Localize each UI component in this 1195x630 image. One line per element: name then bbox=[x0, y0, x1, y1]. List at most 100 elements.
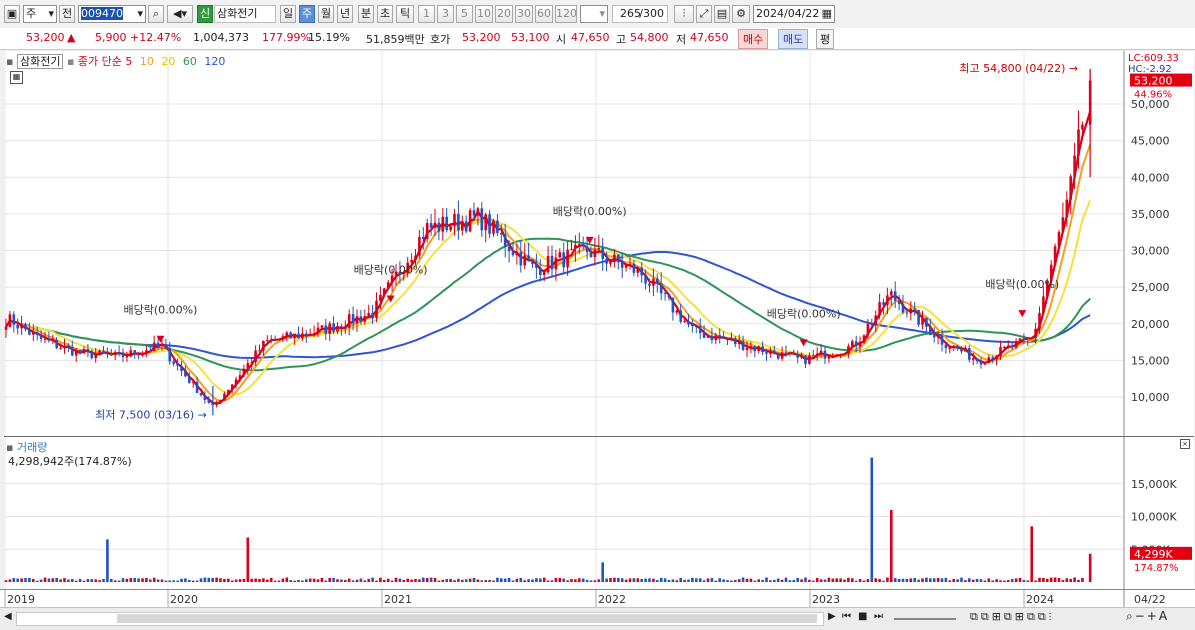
price-tick-label: 15,000 bbox=[1131, 354, 1170, 367]
ma-period-60[interactable]: 60 bbox=[183, 55, 197, 68]
volume-bar bbox=[578, 578, 581, 582]
price-chart[interactable]: 최고 54,800 (04/22) → 최저 7,500 (03/16) → 배당락… bbox=[4, 51, 1194, 436]
period-second[interactable]: 초 bbox=[377, 5, 393, 23]
tool-icons[interactable]: ⧉⧉⊞⧉⊞⧉⧉⫶ bbox=[970, 610, 1054, 624]
candle-body bbox=[921, 317, 924, 325]
candle-body bbox=[12, 314, 16, 325]
ma-period-10[interactable]: 10 bbox=[140, 55, 154, 68]
last-page-icon[interactable]: ⏭ bbox=[874, 611, 883, 622]
zoom-icons[interactable]: ⌕−+A bbox=[1126, 609, 1169, 624]
volume-bar bbox=[737, 579, 741, 582]
candle-body bbox=[4, 326, 8, 330]
speaker-icon[interactable]: ◀▾ bbox=[167, 5, 193, 23]
volume-bar bbox=[55, 577, 58, 582]
ma-label[interactable]: 종가 단순 bbox=[78, 55, 122, 68]
volume-bar bbox=[59, 579, 62, 582]
volume-chart[interactable]: 15,000K10,000K5,000K4,299K174.87% bbox=[4, 437, 1194, 589]
zoom-slider[interactable] bbox=[894, 618, 956, 620]
candle-body bbox=[632, 263, 636, 273]
volume-value: 1,004,373 bbox=[193, 31, 249, 44]
interval-custom-input[interactable]: ▾ bbox=[580, 5, 608, 23]
volume-bar bbox=[1042, 577, 1045, 582]
time-axis-label: 2022 bbox=[598, 593, 626, 606]
scroll-thumb[interactable] bbox=[117, 614, 817, 623]
volume-bar bbox=[172, 580, 175, 582]
volume-bar bbox=[390, 580, 394, 582]
type-select-value: 주 bbox=[26, 7, 37, 20]
candle-body bbox=[308, 335, 312, 337]
candle-body bbox=[726, 338, 729, 341]
interval-1[interactable]: 1 bbox=[418, 5, 435, 23]
interval-10[interactable]: 10 bbox=[475, 5, 493, 23]
candle-body bbox=[328, 323, 331, 334]
close-icon[interactable]: × bbox=[1180, 439, 1190, 449]
interval-5[interactable]: 5 bbox=[456, 5, 473, 23]
volume-bar bbox=[168, 580, 172, 582]
stock-title[interactable]: 삼화전기 bbox=[16, 54, 64, 69]
volume-bar bbox=[878, 579, 881, 582]
sell-button[interactable]: 매도 bbox=[778, 29, 809, 49]
period-month[interactable]: 월 bbox=[318, 5, 334, 23]
buy-button[interactable]: 매수 bbox=[738, 29, 769, 49]
period-day[interactable]: 일 bbox=[280, 5, 296, 23]
volume-bar bbox=[281, 578, 285, 582]
chart-menu-icon[interactable]: ▣ bbox=[4, 5, 20, 23]
candle-body bbox=[562, 252, 565, 268]
eval-button[interactable]: 평 bbox=[816, 29, 835, 49]
stock-code-input[interactable]: 009470 ▾ bbox=[78, 5, 146, 23]
period-week[interactable]: 주 bbox=[299, 5, 315, 23]
volume-bar bbox=[461, 579, 464, 582]
interval-60[interactable]: 60 bbox=[535, 5, 553, 23]
settings-gear-icon[interactable]: ⚙ bbox=[732, 5, 750, 23]
drawing-tool-icon[interactable]: ⤢ bbox=[696, 5, 712, 23]
period-tick[interactable]: 틱 bbox=[396, 5, 414, 23]
ma-period-20[interactable]: 20 bbox=[161, 55, 175, 68]
candle-body bbox=[305, 333, 308, 336]
type-select[interactable]: 주 ▾ bbox=[23, 5, 57, 23]
interval-20[interactable]: 20 bbox=[495, 5, 513, 23]
candle-body bbox=[730, 338, 733, 341]
scroll-left-icon[interactable]: ◀ bbox=[4, 611, 12, 622]
candle-body bbox=[874, 315, 877, 325]
date-input[interactable]: 2024/04/22 ▦ bbox=[753, 5, 835, 23]
search-icon[interactable]: ⌕ bbox=[148, 5, 164, 23]
candle-body bbox=[28, 329, 31, 335]
candle-body bbox=[32, 332, 35, 335]
interval-3[interactable]: 3 bbox=[437, 5, 454, 23]
candle-body bbox=[445, 216, 448, 231]
candle-body bbox=[971, 358, 975, 360]
volume-bar bbox=[305, 579, 308, 582]
candle-body bbox=[617, 254, 620, 263]
ma-period-5[interactable]: 5 bbox=[125, 55, 132, 68]
bar-count-field[interactable]: 265 /300 bbox=[612, 5, 668, 23]
price-panel[interactable]: 최고 54,800 (04/22) → 최저 7,500 (03/16) → 배당락… bbox=[4, 51, 1194, 437]
first-page-icon[interactable]: ⏮ bbox=[842, 611, 851, 622]
ma-period-120[interactable]: 120 bbox=[204, 55, 225, 68]
volume-bar bbox=[546, 580, 550, 582]
candle-body bbox=[870, 323, 874, 325]
candle-body bbox=[968, 348, 971, 360]
volume-bar bbox=[769, 580, 772, 582]
prev-button[interactable]: 전 bbox=[59, 5, 75, 23]
volume-panel[interactable]: 15,000K10,000K5,000K4,299K174.87% ▪ 거래량 … bbox=[4, 437, 1194, 589]
candle-type-icon[interactable]: ⫶ bbox=[674, 5, 694, 23]
interval-120[interactable]: 120 bbox=[555, 5, 577, 23]
volume-bar bbox=[308, 578, 312, 582]
volume-bar bbox=[340, 579, 343, 582]
save-icon[interactable]: ▤ bbox=[714, 5, 730, 23]
grid-toggle-icon[interactable]: ▦ bbox=[10, 71, 23, 84]
period-year[interactable]: 년 bbox=[337, 5, 353, 23]
volume-bar bbox=[211, 578, 214, 582]
scroll-right-icon[interactable]: ▶ bbox=[828, 611, 836, 622]
stop-icon[interactable]: ■ bbox=[858, 611, 867, 622]
volume-bar bbox=[620, 578, 624, 582]
volume-bar bbox=[925, 577, 928, 582]
interval-30[interactable]: 30 bbox=[515, 5, 533, 23]
scroll-track[interactable] bbox=[16, 612, 824, 626]
candle-body bbox=[254, 350, 257, 363]
volume-bar bbox=[254, 578, 257, 582]
period-minute[interactable]: 분 bbox=[358, 5, 374, 23]
candle-body bbox=[176, 363, 179, 366]
candle-body bbox=[535, 264, 538, 268]
volume-bar bbox=[527, 579, 530, 582]
